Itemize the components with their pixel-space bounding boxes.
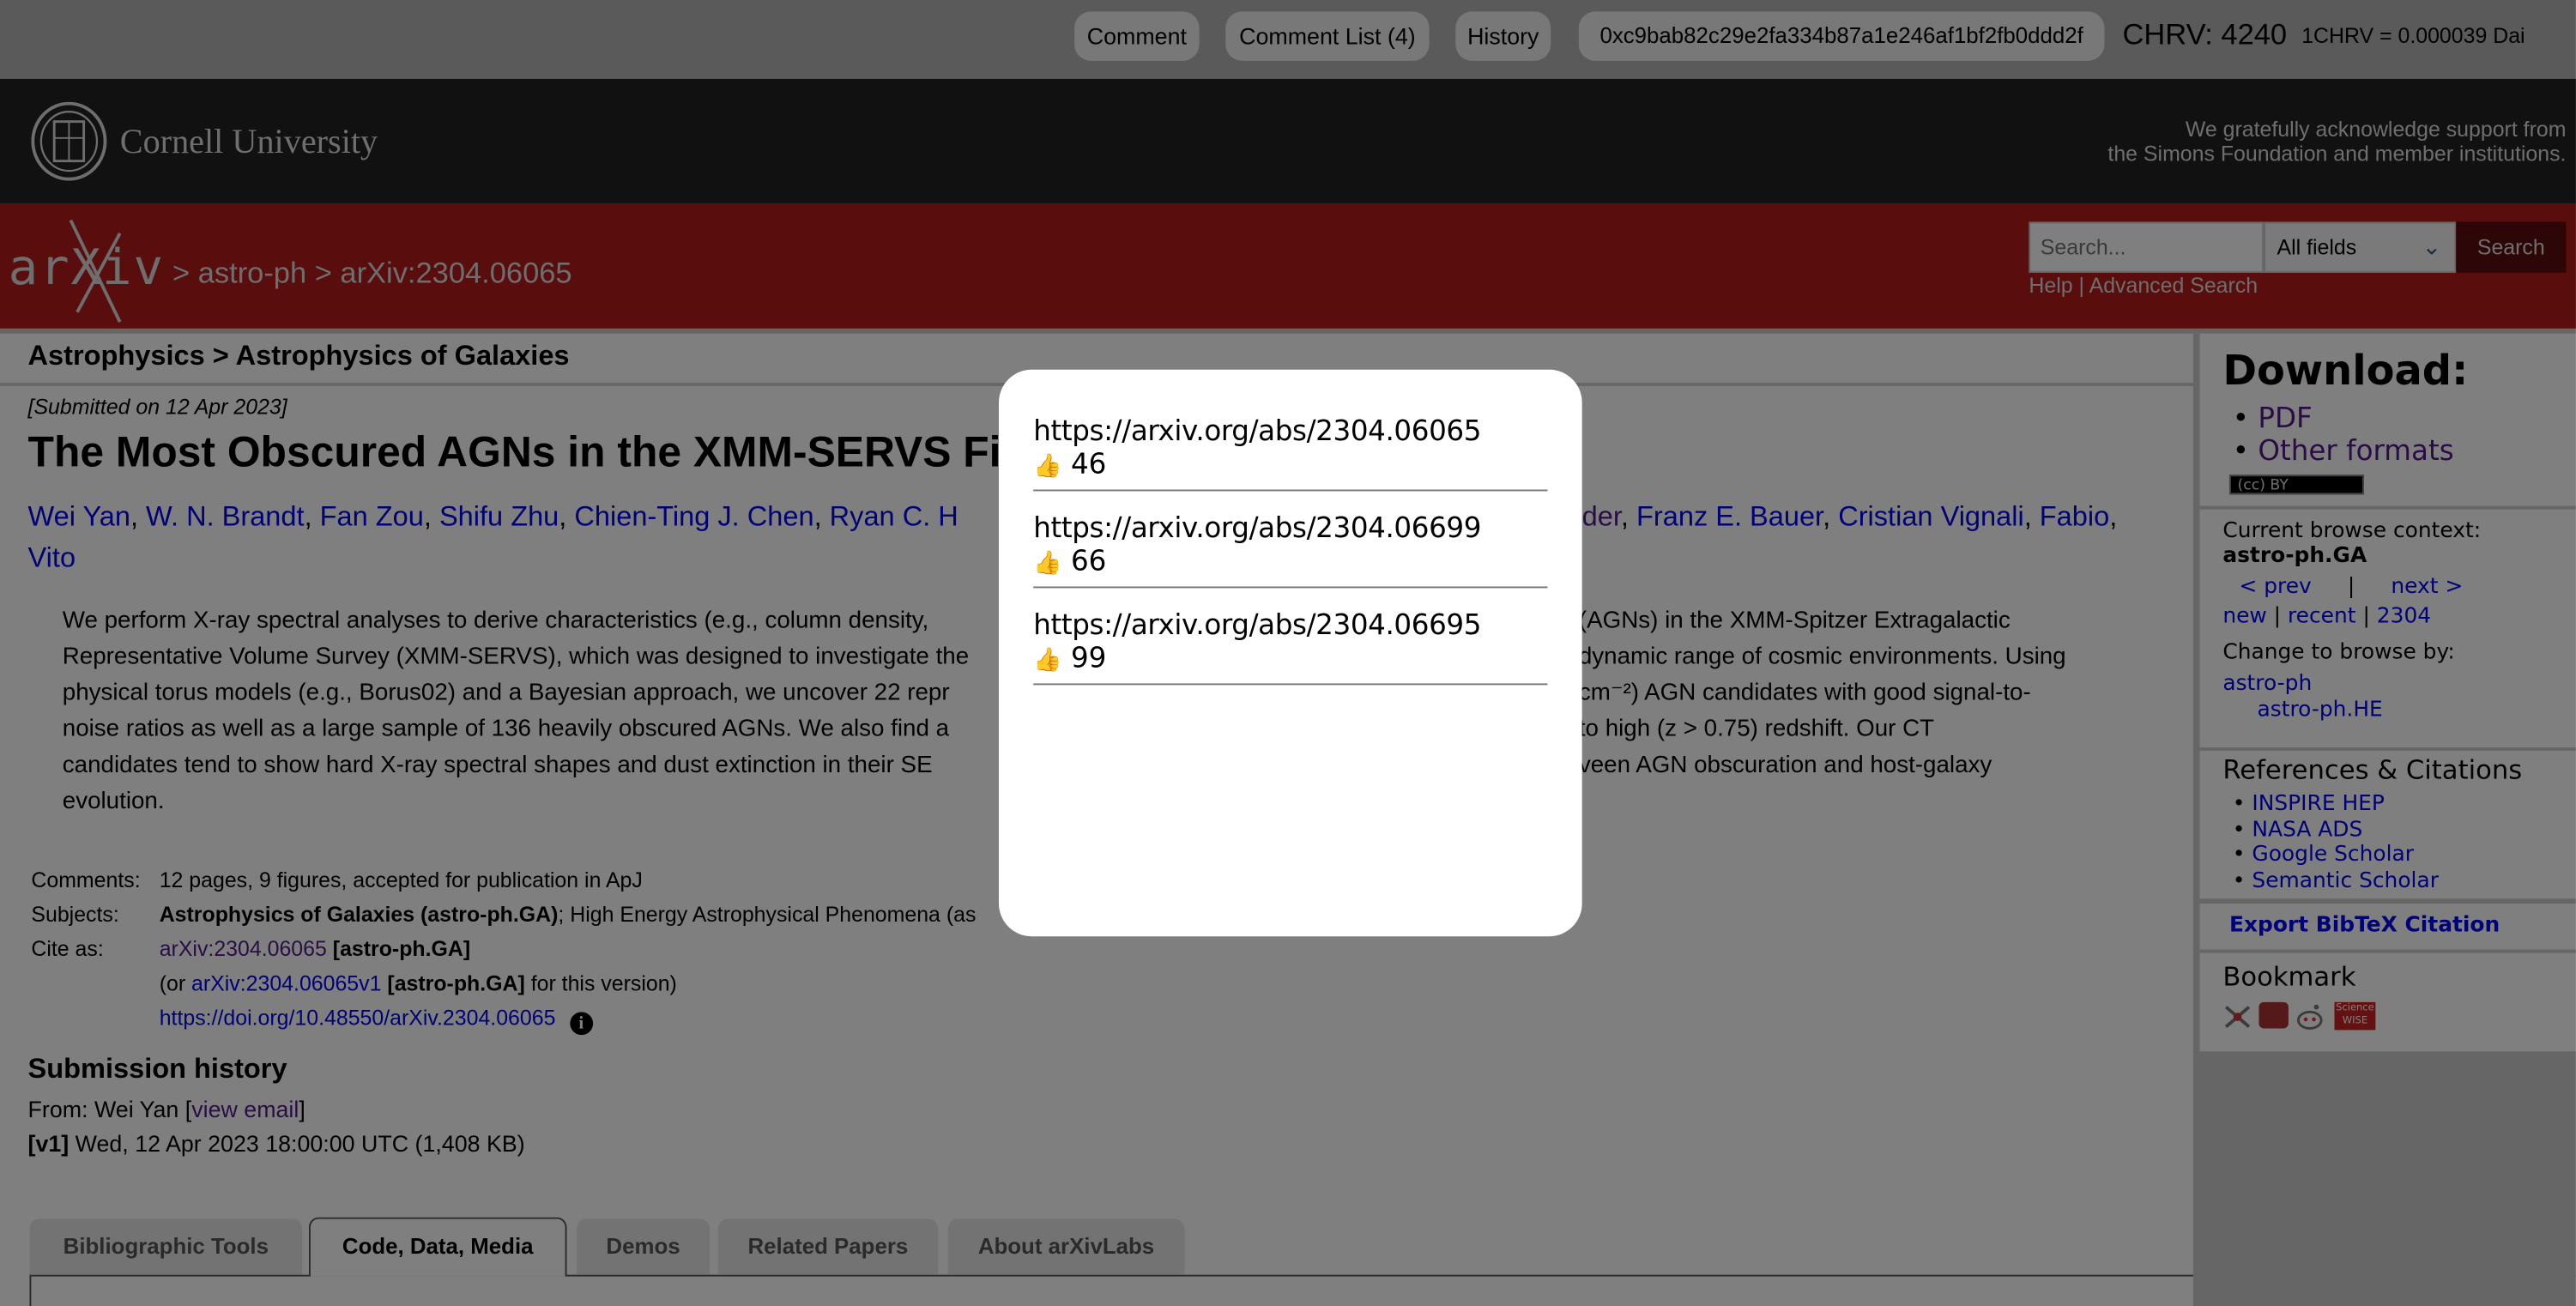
like-count: 99 [1070, 642, 1107, 675]
history-entry[interactable]: https://arxiv.org/abs/2304.06695 👍 99 [1033, 586, 1548, 686]
thumbs-up-icon: 👍 [1033, 647, 1062, 674]
thumbs-up-icon: 👍 [1033, 453, 1062, 481]
page: Comment Comment List (4) History 0xc9bab… [0, 0, 2576, 1306]
entry-likes: 👍 99 [1033, 643, 1106, 675]
entry-url[interactable]: https://arxiv.org/abs/2304.06065 [1033, 415, 1481, 448]
entry-url[interactable]: https://arxiv.org/abs/2304.06699 [1033, 512, 1481, 545]
entry-likes: 👍 46 [1033, 449, 1106, 481]
like-count: 66 [1070, 545, 1107, 578]
history-modal: https://arxiv.org/abs/2304.06065 👍 46 ht… [999, 369, 1582, 937]
entry-url[interactable]: https://arxiv.org/abs/2304.06695 [1033, 609, 1481, 642]
history-entry[interactable]: https://arxiv.org/abs/2304.06065 👍 46 [1033, 393, 1548, 492]
thumbs-up-icon: 👍 [1033, 550, 1062, 577]
entry-likes: 👍 66 [1033, 546, 1106, 578]
like-count: 46 [1070, 448, 1107, 481]
history-entry[interactable]: https://arxiv.org/abs/2304.06699 👍 66 [1033, 490, 1548, 589]
